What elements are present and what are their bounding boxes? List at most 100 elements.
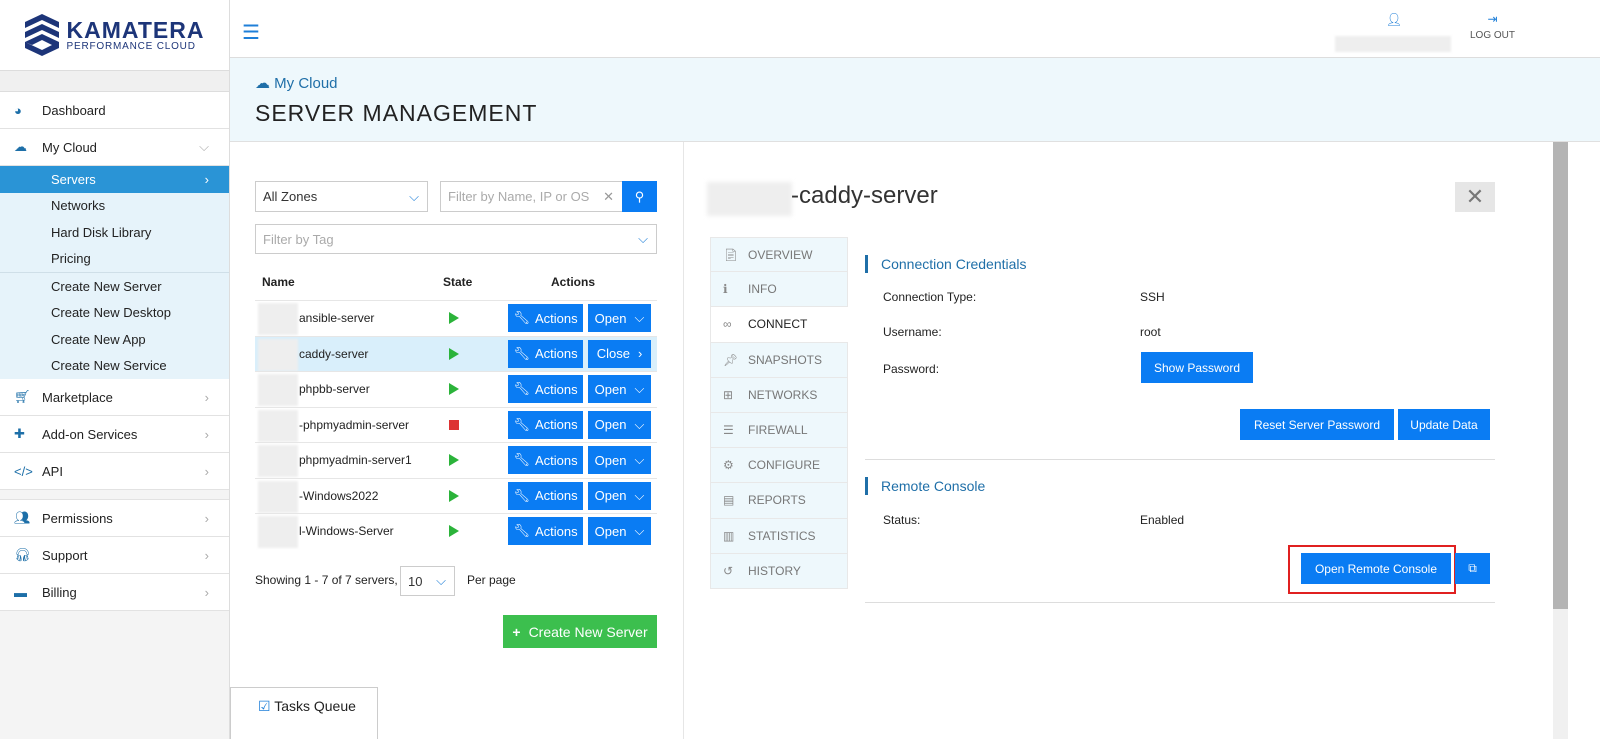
zone-select[interactable]: All Zones ⌵ <box>255 181 428 212</box>
menu-icon[interactable]: ☰ <box>242 20 260 45</box>
sidebar-item-addons[interactable]: ✚ Add-on Services › <box>0 416 229 453</box>
tab-configure[interactable]: ⚙ CONFIGURE <box>710 448 848 484</box>
tab-icon: ⊞ <box>723 387 734 402</box>
tab-reports[interactable]: ▤ REPORTS <box>710 483 848 519</box>
reset-password-button[interactable]: Reset Server Password <box>1240 409 1394 440</box>
server-name[interactable]: ansible-server <box>299 311 374 325</box>
sidebar-item-pricing[interactable]: Pricing <box>0 246 229 273</box>
open-toggle-button[interactable]: Open ⌵ <box>588 517 651 545</box>
label: LOG OUT <box>1470 30 1516 41</box>
server-name[interactable]: -phpmyadmin-server <box>299 418 409 432</box>
server-name[interactable]: phpmyadmin-server1 <box>299 453 412 467</box>
server-name[interactable]: l-Windows-Server <box>299 524 394 538</box>
tab-icon: ☰ <box>723 423 734 438</box>
section-title: Connection Credentials <box>865 255 1495 273</box>
chevron-down-icon: ⌵ <box>634 487 645 503</box>
search-button[interactable]: ⚲ <box>622 181 657 212</box>
actions-button[interactable]: 🔧︎ Actions <box>508 446 583 474</box>
logo[interactable]: KAMATERA PERFORMANCE CLOUD <box>0 0 229 70</box>
label: Open <box>594 452 627 468</box>
table-row[interactable]: -Windows2022 🔧︎ Actions Open ⌵ <box>255 477 657 514</box>
connection-type-value: SSH <box>1140 290 1165 304</box>
sidebar-item-billing[interactable]: ▬ Billing › <box>0 574 229 611</box>
label: NETWORKS <box>748 387 818 402</box>
table-row[interactable]: -phpmyadmin-server 🔧︎ Actions Open ⌵ <box>255 406 657 443</box>
sidebar-item-create-app[interactable]: Create New App <box>0 326 229 353</box>
label: Actions <box>534 381 578 397</box>
brand-name: KAMATERA <box>66 16 205 43</box>
tab-history[interactable]: ↺ HISTORY <box>710 553 848 589</box>
sidebar-item-create-server[interactable]: Create New Server <box>0 273 229 300</box>
table-row[interactable]: l-Windows-Server 🔧︎ Actions Open ⌵ <box>255 513 657 549</box>
scrollbar-thumb[interactable] <box>1553 142 1568 609</box>
sidebar-item-servers[interactable]: Servers › <box>0 166 229 193</box>
sidebar-item-support[interactable]: 🎧︎ Support › <box>0 537 229 574</box>
server-name[interactable]: -Windows2022 <box>299 489 378 503</box>
per-page-select[interactable]: 10 ⌵ <box>400 566 455 596</box>
logout-button[interactable]: ⇥ LOG OUT <box>1470 12 1515 41</box>
users-icon: 👥︎ <box>14 510 31 525</box>
label: Open <box>594 488 627 503</box>
tab-statistics[interactable]: ▥ STATISTICS <box>710 518 848 554</box>
breadcrumb[interactable]: ☁ My Cloud <box>255 74 338 92</box>
sidebar-item-api[interactable]: </> API › <box>0 453 229 490</box>
show-password-button[interactable]: Show Password <box>1141 352 1253 383</box>
update-data-button[interactable]: Update Data <box>1398 409 1490 440</box>
running-icon <box>449 312 459 325</box>
chevron-down-icon: ⌵ <box>199 139 209 154</box>
chevron-down-icon: ⌵ <box>634 310 645 325</box>
tab-firewall[interactable]: ☰ FIREWALL <box>710 412 848 449</box>
search-input[interactable]: Filter by Name, IP or OS ✕ <box>440 181 623 212</box>
server-name[interactable]: phpbb-server <box>299 382 370 396</box>
open-toggle-button[interactable]: Open ⌵ <box>588 304 651 332</box>
open-remote-console-button[interactable]: Open Remote Console <box>1301 553 1451 584</box>
actions-button[interactable]: 🔧︎ Actions <box>508 410 583 439</box>
tag-filter-select[interactable]: Filter by Tag ⌵ <box>255 224 657 254</box>
user-icon: 👤︎ <box>1385 12 1403 27</box>
open-toggle-button[interactable]: Close › <box>588 339 651 368</box>
label: Billing <box>42 584 77 600</box>
tab-info[interactable]: ℹ INFO <box>710 272 848 308</box>
sidebar-item-marketplace[interactable]: 🛒︎ Marketplace › <box>0 379 229 416</box>
label: Username: <box>883 325 942 339</box>
sidebar-item-my-cloud[interactable]: ☁ My Cloud ⌵ <box>0 129 229 166</box>
table-row[interactable]: phpbb-server 🔧︎ Actions Open ⌵ <box>255 371 657 407</box>
actions-button[interactable]: 🔧︎ Actions <box>508 375 583 403</box>
sidebar-item-permissions[interactable]: 👥︎ Permissions › <box>0 500 229 537</box>
open-toggle-button[interactable]: Open ⌵ <box>588 375 651 403</box>
label: Actions <box>534 417 578 432</box>
sidebar-item-dashboard[interactable]: ◕ Dashboard <box>0 92 229 129</box>
tab-networks[interactable]: ⊞ NETWORKS <box>710 377 848 413</box>
table-row[interactable]: phpmyadmin-server1 🔧︎ Actions Open ⌵ <box>255 442 657 478</box>
open-toggle-button[interactable]: Open ⌵ <box>588 446 651 474</box>
cloud-icon: ☁ <box>255 75 275 92</box>
external-link-icon[interactable]: ⧉ <box>1455 553 1490 584</box>
server-name[interactable]: caddy-server <box>299 347 368 361</box>
detail-tabs: 📄︎ OVERVIEW ℹ INFO ∞ CONNECT 📌︎ SNAPSHOTS ⊞ NETWO… <box>710 237 848 589</box>
tab-icon: ∞ <box>723 317 732 332</box>
actions-button[interactable]: 🔧︎ Actions <box>508 481 583 510</box>
tab-connect[interactable]: ∞ CONNECT <box>710 307 848 343</box>
chevron-right-icon: › <box>204 171 209 187</box>
tasks-queue-tab[interactable]: ☑ Tasks Queue <box>230 687 378 739</box>
tab-snapshots[interactable]: 📌︎ SNAPSHOTS <box>710 342 848 378</box>
sidebar-item-create-service[interactable]: Create New Service <box>0 353 229 380</box>
running-icon <box>449 383 459 396</box>
sidebar-item-create-desktop[interactable]: Create New Desktop <box>0 300 229 327</box>
actions-button[interactable]: 🔧︎ Actions <box>508 517 583 545</box>
user-menu[interactable]: 👤︎ <box>1335 12 1453 52</box>
actions-button[interactable]: 🔧︎ Actions <box>508 304 583 332</box>
open-toggle-button[interactable]: Open ⌵ <box>588 481 651 510</box>
label: Servers <box>51 171 96 187</box>
open-toggle-button[interactable]: Open ⌵ <box>588 410 651 439</box>
clear-icon[interactable]: ✕ <box>603 189 614 205</box>
create-new-server-button[interactable]: + Create New Server <box>503 615 657 648</box>
table-row[interactable]: caddy-server 🔧︎ Actions Close › <box>255 335 657 371</box>
tab-overview[interactable]: 📄︎ OVERVIEW <box>710 237 848 273</box>
sidebar-item-hard-disk-library[interactable]: Hard Disk Library <box>0 219 229 246</box>
col-actions: Actions <box>551 275 596 289</box>
sidebar-item-networks[interactable]: Networks <box>0 193 229 220</box>
close-icon[interactable]: ✕ <box>1455 182 1495 212</box>
actions-button[interactable]: 🔧︎ Actions <box>508 339 583 368</box>
table-row[interactable]: ansible-server 🔧︎ Actions Open ⌵ <box>255 300 657 336</box>
